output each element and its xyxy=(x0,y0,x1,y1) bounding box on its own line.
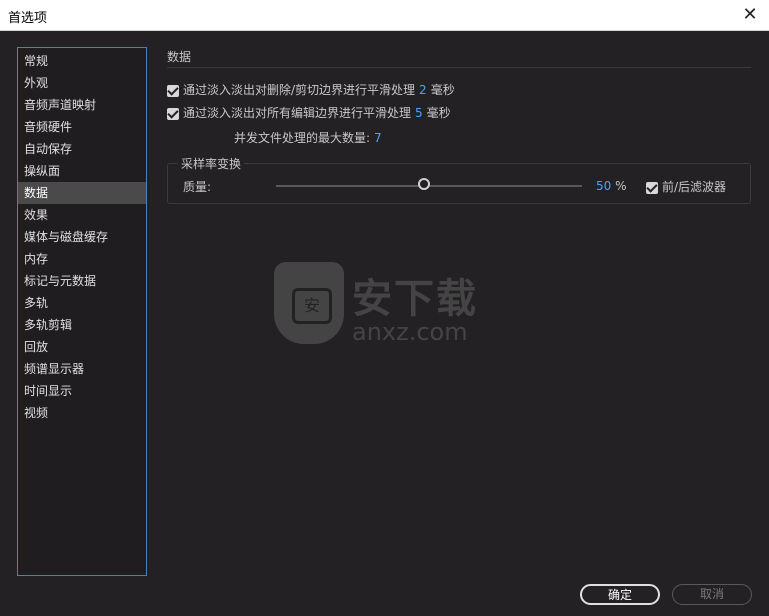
crossfade-delete-unit: 毫秒 xyxy=(430,83,455,97)
crossfade-all-option: 通过淡入淡出对所有编辑边界进行平滑处理 5 毫秒 xyxy=(167,104,451,121)
sidebar-item[interactable]: 标记与元数据 xyxy=(18,270,146,292)
category-list: 常规 外观 音频声道映射 音频硬件 自动保存 操纵面 数据 效果 媒体与磁盘缓存 内存 标记与元数据… xyxy=(17,47,147,576)
sidebar-item[interactable]: 内存 xyxy=(18,248,146,270)
sidebar-item[interactable]: 时间显示 xyxy=(18,380,146,402)
crossfade-all-checkbox[interactable] xyxy=(167,107,179,120)
sidebar-item[interactable]: 多轨 xyxy=(18,292,146,314)
sidebar-item[interactable]: 音频硬件 xyxy=(18,116,146,138)
pre-post-filter-label: 前/后滤波器 xyxy=(662,180,727,194)
quality-label: 质量: xyxy=(183,180,212,194)
crossfade-delete-checkbox[interactable] xyxy=(167,84,179,97)
window-title: 首选项 xyxy=(8,11,48,26)
sidebar-item[interactable]: 视频 xyxy=(18,402,146,424)
quality-slider-thumb[interactable] xyxy=(418,178,430,190)
quality-unit: % xyxy=(615,179,627,193)
sidebar-item[interactable]: 频谱显示器 xyxy=(18,358,146,380)
cancel-button[interactable]: 取消 xyxy=(672,584,752,605)
crossfade-delete-value[interactable]: 2 xyxy=(419,83,427,97)
sidebar-item[interactable]: 效果 xyxy=(18,204,146,226)
crossfade-all-label: 通过淡入淡出对所有编辑边界进行平滑处理 xyxy=(183,106,412,120)
crossfade-all-unit: 毫秒 xyxy=(426,106,451,120)
sidebar-item[interactable]: 回放 xyxy=(18,336,146,358)
watermark-brand: 安下载 xyxy=(352,276,478,322)
sidebar-item[interactable]: 媒体与磁盘缓存 xyxy=(18,226,146,248)
section-title: 数据 xyxy=(167,50,192,64)
crossfade-all-value[interactable]: 5 xyxy=(415,106,423,120)
pre-post-filter-checkbox[interactable] xyxy=(646,181,658,194)
watermark-logo: 安 安下载 anxz.com xyxy=(272,262,492,352)
section-divider xyxy=(167,67,751,68)
watermark-shield-char: 安 xyxy=(292,288,332,324)
sidebar-item[interactable]: 外观 xyxy=(18,72,146,94)
pre-post-filter-option: 前/后滤波器 xyxy=(646,178,726,195)
ok-button[interactable]: 确定 xyxy=(580,584,660,605)
sidebar-item[interactable]: 数据 xyxy=(18,182,146,204)
sidebar-item[interactable]: 音频声道映射 xyxy=(18,94,146,116)
shield-icon: 安 xyxy=(274,262,344,344)
sidebar-item[interactable]: 多轨剪辑 xyxy=(18,314,146,336)
max-files-option: 并发文件处理的最大数量: 7 xyxy=(234,129,386,146)
title-bar: 首选项 ✕ xyxy=(0,0,769,31)
crossfade-delete-option: 通过淡入淡出对删除/剪切边界进行平滑处理 2 毫秒 xyxy=(167,81,455,98)
sidebar-item[interactable]: 常规 xyxy=(18,50,146,72)
sample-rate-group-label: 采样率变换 xyxy=(178,155,245,172)
quality-value: 50 % xyxy=(596,179,627,193)
max-files-label: 并发文件处理的最大数量: xyxy=(234,131,371,145)
watermark-url: anxz.com xyxy=(352,318,468,346)
crossfade-delete-label: 通过淡入淡出对删除/剪切边界进行平滑处理 xyxy=(183,83,416,97)
sidebar-item[interactable]: 自动保存 xyxy=(18,138,146,160)
close-icon[interactable]: ✕ xyxy=(737,2,763,28)
sidebar-item[interactable]: 操纵面 xyxy=(18,160,146,182)
quality-number[interactable]: 50 xyxy=(596,179,611,193)
max-files-value[interactable]: 7 xyxy=(374,131,382,145)
